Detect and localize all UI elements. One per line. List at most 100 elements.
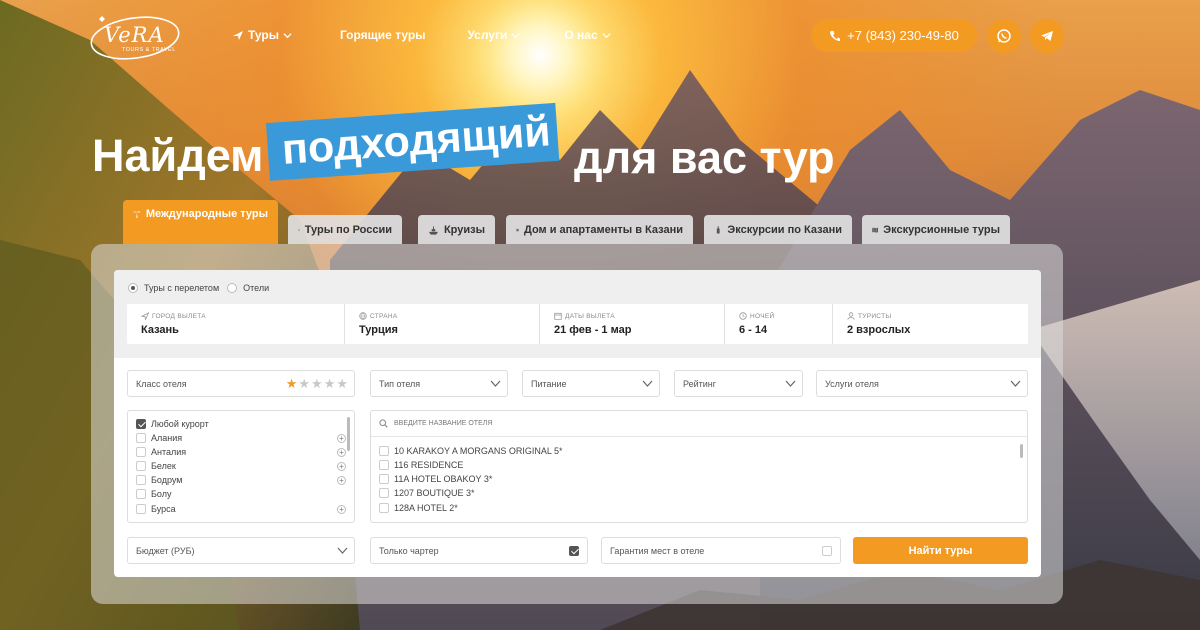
expand-plus-icon[interactable]: + xyxy=(337,476,346,485)
radio-dot[interactable] xyxy=(227,283,238,293)
hotel-item[interactable]: 116 RESIDENCE xyxy=(379,460,463,470)
hotel-checkbox[interactable] xyxy=(379,488,389,498)
tab-label: Туры по России xyxy=(304,223,392,236)
departure-city-field[interactable]: Город вылета Казань xyxy=(127,304,344,344)
charter-only-checkbox[interactable] xyxy=(569,546,579,556)
resort-item[interactable]: Любой курорт xyxy=(136,419,209,429)
scrollbar[interactable] xyxy=(347,417,350,451)
hotel-label: 10 KARAKOY A MORGANS ORIGINAL 5* xyxy=(394,446,563,456)
resort-checkbox[interactable] xyxy=(136,419,146,429)
star-icon[interactable]: ★ xyxy=(298,377,310,390)
resort-item[interactable]: Болу xyxy=(136,489,171,499)
resort-label: Анталия xyxy=(151,447,187,457)
palm-icon xyxy=(133,211,141,218)
hotel-search-input[interactable]: ВВЕДИТЕ НАЗВАНИЕ ОТЕЛЯ xyxy=(371,411,1027,437)
scrollbar[interactable] xyxy=(1020,444,1023,458)
search-header: Туры с перелетом Отели Город вылета Каза… xyxy=(114,270,1041,358)
headline-part-2: для вас тур xyxy=(574,132,835,183)
hotel-search-placeholder: ВВЕДИТЕ НАЗВАНИЕ ОТЕЛЯ xyxy=(394,420,493,427)
hotel-services-select[interactable]: Услуги отеля xyxy=(816,370,1028,397)
nav-item-tours[interactable]: Туры xyxy=(232,28,292,42)
rating-select[interactable]: Рейтинг xyxy=(674,370,803,397)
select-label: Услуги отеля xyxy=(825,378,879,389)
resort-item[interactable]: Бодрум xyxy=(136,475,182,485)
nav-item-hot-tours[interactable]: Горящие туры xyxy=(340,28,426,42)
hotel-guarantee-toggle[interactable]: Гарантия мест в отеле xyxy=(601,537,841,564)
tab-kazan-excursions[interactable]: Экскурсии по Казани xyxy=(704,215,852,244)
hotel-type-select[interactable]: Тип отеля xyxy=(370,370,508,397)
resort-item[interactable]: Алания xyxy=(136,433,182,443)
field-label: Ночей xyxy=(750,312,775,320)
chevron-down-icon xyxy=(490,380,501,387)
dates-field[interactable]: Даты вылета 21 фев - 1 мар xyxy=(539,304,724,344)
hotel-checkbox[interactable] xyxy=(379,460,389,470)
expand-plus-icon[interactable]: + xyxy=(337,434,346,443)
building-icon xyxy=(516,228,519,231)
hotel-item[interactable]: 11A HOTEL OBAKOY 3* xyxy=(379,474,492,484)
phone-button[interactable]: +7 (843) 230-49-80 xyxy=(811,19,977,52)
resort-checkbox[interactable] xyxy=(136,475,146,485)
ship-icon xyxy=(428,225,439,235)
resort-item[interactable]: Бурса xyxy=(136,504,176,514)
resort-label: Алания xyxy=(151,433,183,443)
expand-plus-icon[interactable]: + xyxy=(337,462,346,471)
country-field[interactable]: Страна Турция xyxy=(344,304,539,344)
chevron-down-icon xyxy=(511,32,520,38)
star-icon[interactable]: ★ xyxy=(336,377,348,390)
main-nav: Туры Горящие туры Услуги О нас xyxy=(232,28,611,42)
logo[interactable]: VeRA TOURS & TRAVEL xyxy=(88,10,188,64)
radio-dot[interactable] xyxy=(128,283,138,293)
toggle-label: Только чартер xyxy=(379,545,439,556)
meal-select[interactable]: Питание xyxy=(522,370,660,397)
map-icon xyxy=(872,227,879,233)
search-mode: Туры с перелетом Отели xyxy=(128,283,269,293)
expand-plus-icon[interactable]: + xyxy=(337,448,346,457)
resort-checkbox[interactable] xyxy=(136,433,146,443)
star-icon[interactable]: ★ xyxy=(286,377,298,390)
resort-checkbox[interactable] xyxy=(136,447,146,457)
nav-item-services[interactable]: Услуги xyxy=(467,28,520,42)
resort-checkbox[interactable] xyxy=(136,461,146,471)
field-value: 2 взрослых xyxy=(847,324,911,336)
resort-label: Болу xyxy=(151,489,172,499)
radio-flights[interactable]: Туры с перелетом xyxy=(128,283,219,293)
star-icon[interactable]: ★ xyxy=(324,377,336,390)
resort-label: Бурса xyxy=(151,504,176,514)
tab-label: Экскурсии по Казани xyxy=(727,223,842,236)
tab-international-tours[interactable]: Международные туры xyxy=(123,200,278,244)
nav-item-about[interactable]: О нас xyxy=(564,28,611,42)
hotel-list: ВВЕДИТЕ НАЗВАНИЕ ОТЕЛЯ 10 KARAKOY A MORG… xyxy=(370,410,1028,523)
plane-icon xyxy=(141,312,149,320)
hotel-item[interactable]: 128A HOTEL 2* xyxy=(379,503,458,513)
chevron-down-icon xyxy=(1010,380,1021,387)
radio-hotels[interactable]: Отели xyxy=(227,283,269,293)
field-value: 6 - 14 xyxy=(739,324,768,336)
logo-text: VeRA xyxy=(104,23,165,47)
hotel-checkbox[interactable] xyxy=(379,446,389,456)
resort-checkbox[interactable] xyxy=(136,489,146,499)
hotel-checkbox[interactable] xyxy=(379,503,389,513)
resort-item[interactable]: Белек xyxy=(136,461,176,471)
tab-label: Международные туры xyxy=(145,208,268,220)
guarantee-checkbox[interactable] xyxy=(822,546,832,556)
tab-cruises[interactable]: Круизы xyxy=(418,215,495,244)
find-tours-button[interactable]: Найти туры xyxy=(853,537,1028,564)
tab-houses-kazan[interactable]: Дом и апартаменты в Казани xyxy=(506,215,693,244)
tourists-field[interactable]: Туристы 2 взрослых xyxy=(832,304,1028,344)
nights-field[interactable]: Ночей 6 - 14 xyxy=(724,304,832,344)
charter-only-toggle[interactable]: Только чартер xyxy=(370,537,588,564)
hotel-checkbox[interactable] xyxy=(379,474,389,484)
expand-plus-icon[interactable]: + xyxy=(337,505,346,514)
whatsapp-button[interactable] xyxy=(987,19,1021,53)
resort-item[interactable]: Анталия xyxy=(136,447,186,457)
budget-select[interactable]: Бюджет (РУБ) xyxy=(127,537,355,564)
resort-checkbox[interactable] xyxy=(136,504,146,514)
hotel-item[interactable]: 1207 BOUTIQUE 3* xyxy=(379,488,475,498)
star-icon[interactable]: ★ xyxy=(311,377,323,390)
tab-excursion-tours[interactable]: Экскурсионные туры xyxy=(862,215,1010,244)
tab-russia-tours[interactable]: Туры по России xyxy=(288,215,402,244)
hotel-class-filter[interactable]: Класс отеля ★ ★ ★ ★ ★ xyxy=(127,370,355,397)
hotel-item[interactable]: 10 KARAKOY A MORGANS ORIGINAL 5* xyxy=(379,446,563,456)
telegram-button[interactable] xyxy=(1030,19,1064,53)
resort-label: Бодрум xyxy=(151,475,183,485)
